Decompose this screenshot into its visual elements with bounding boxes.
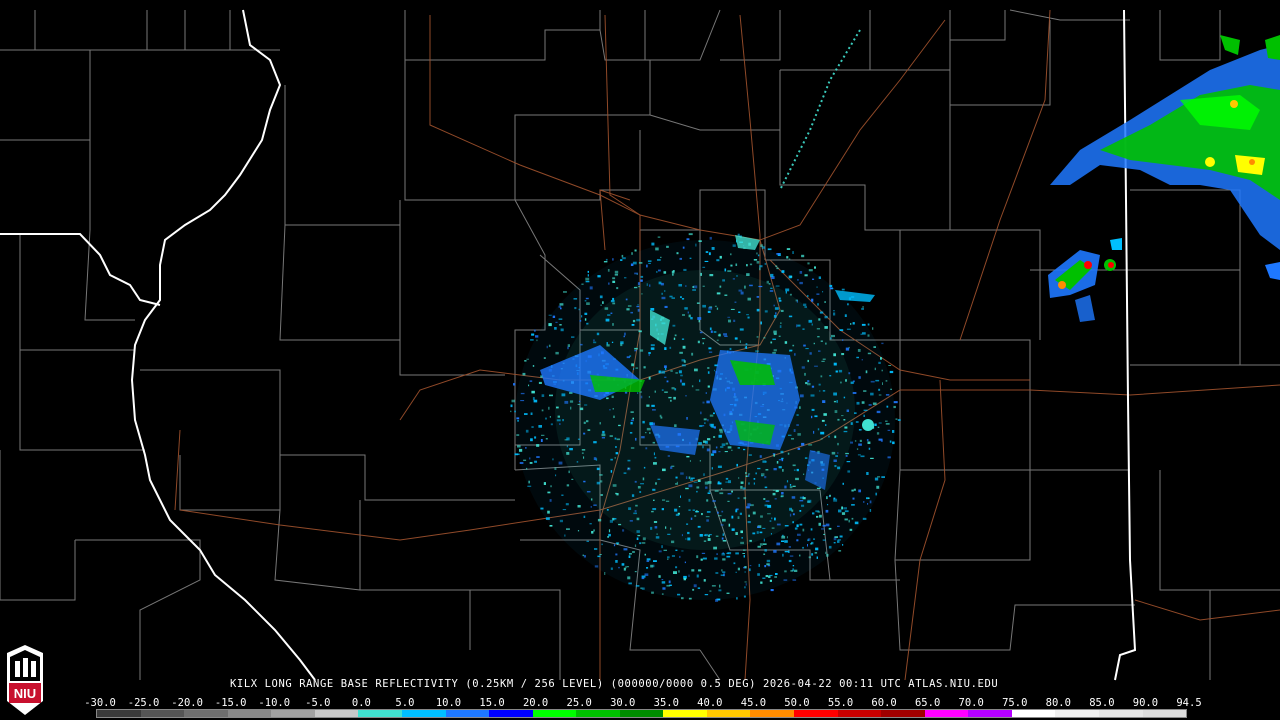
niu-logo: NIU [7,645,43,715]
color-scale-segment [619,710,664,717]
radar-map [0,0,1280,720]
color-scale-segment [1055,710,1099,717]
color-scale-segment [358,710,402,717]
color-scale-segment [445,710,490,717]
product-caption: KILX LONG RANGE BASE REFLECTIVITY (0.25K… [230,678,999,690]
scale-label: 30.0 [610,697,636,709]
scale-label: 40.0 [697,697,723,709]
color-scale-segment [837,710,882,717]
scale-label: 94.5 [1176,697,1202,709]
color-scale-segment [401,710,446,717]
scale-label: -10.0 [258,697,291,709]
scale-label: -5.0 [305,697,331,709]
scale-label: 0.0 [351,697,371,709]
color-scale-segment [227,710,272,717]
scale-label: -25.0 [127,697,160,709]
color-scale-segment [881,710,925,717]
color-scale-segment [489,710,533,717]
scale-label: 55.0 [827,697,854,709]
scale-label: -30.0 [84,697,116,709]
scale-label: 70.0 [958,697,984,709]
color-scale-segment [924,710,969,717]
scale-label: 20.0 [522,697,549,709]
color-scale-segment [532,710,577,717]
scale-label: 65.0 [914,697,941,709]
color-scale-segment [576,710,620,717]
color-scale-segment [1011,710,1056,717]
scale-label: 75.0 [1002,697,1028,709]
scale-label: -15.0 [214,697,247,709]
color-scale-segment [140,710,185,717]
scale-label: 45.0 [740,697,767,709]
scale-label: 5.0 [395,697,415,709]
color-scale-segment [184,710,228,717]
color-scale-segment [968,710,1012,717]
scale-label: 15.0 [479,697,505,709]
color-scale-segment [97,710,141,717]
scale-label: -20.0 [171,697,203,709]
scale-label: 25.0 [566,697,592,709]
scale-label: 35.0 [653,697,679,709]
scale-label: 50.0 [784,697,810,709]
scale-label: 85.0 [1089,697,1115,709]
scale-label: 90.0 [1132,697,1159,709]
scale-label: 80.0 [1045,697,1071,709]
scale-label: 10.0 [435,697,462,709]
color-scale-segment [706,710,751,717]
color-scale-segment [1098,710,1143,717]
color-scale-segment [1142,710,1187,717]
color-scale-segment [314,710,359,717]
scale-label: 60.0 [871,697,897,709]
color-scale-bar [96,709,1187,718]
color-scale-segment [271,710,315,717]
color-scale-segment [750,710,794,717]
color-scale-segment [663,710,707,717]
logo-text: NIU [14,686,36,701]
color-scale-segment [794,710,838,717]
color-scale-labels: -30.0 -25.0 -20.0 -15.0 -10.0 -5.0 0.0 5.0 10.0 1… [84,697,1201,709]
